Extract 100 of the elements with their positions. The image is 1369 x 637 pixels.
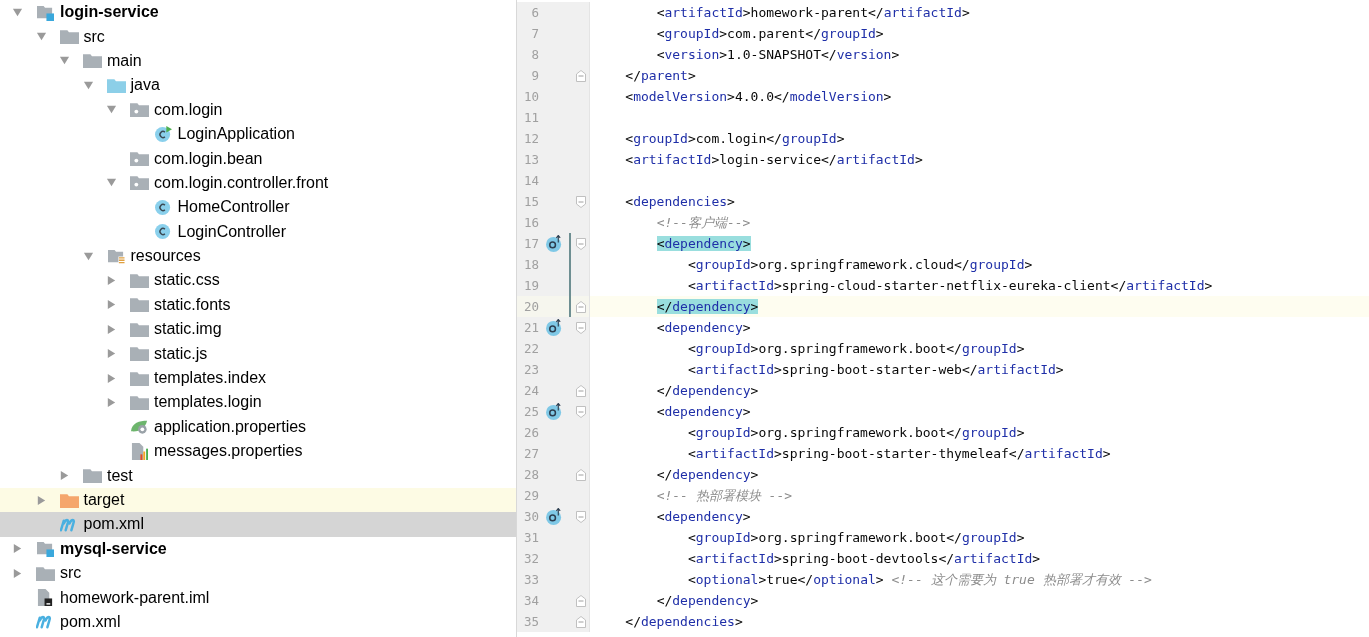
tree-item[interactable]: messages.properties: [0, 439, 516, 464]
tree-item[interactable]: src: [0, 561, 516, 586]
folder-icon: [83, 467, 102, 485]
collapsed-arrow-icon[interactable]: [12, 567, 23, 579]
fold-marker-icon[interactable]: [576, 195, 586, 208]
expanded-arrow-icon[interactable]: [82, 79, 94, 91]
tree-item[interactable]: LoginApplication: [0, 121, 516, 147]
fold-marker-icon[interactable]: [576, 384, 586, 397]
tree-item[interactable]: HomeController: [0, 195, 516, 220]
code-line: <groupId>com.parent</groupId>: [655, 26, 884, 41]
tree-item[interactable]: templates.login: [0, 390, 516, 415]
tree-item-label: pom.xml: [83, 515, 144, 534]
line-number: 10: [522, 89, 539, 104]
collapsed-arrow-icon[interactable]: [35, 494, 47, 506]
tree-item-label: static.css: [154, 271, 220, 290]
code-line: <artifactId>spring-cloud-starter-netflix-eureka-client</artifactId>: [686, 278, 1213, 293]
tree-item-label: resources: [130, 247, 201, 266]
tree-item[interactable]: test: [0, 463, 516, 488]
collapsed-arrow-icon[interactable]: [106, 396, 117, 408]
code-line: <modelVersion>4.0.0</modelVersion>: [624, 89, 892, 104]
line-number: 26: [522, 425, 539, 440]
fold-marker-icon[interactable]: [576, 300, 586, 313]
collapsed-arrow-icon[interactable]: [106, 348, 117, 360]
tree-item-label: templates.login: [154, 393, 262, 412]
gutter-marker-icon[interactable]: [545, 508, 563, 525]
fold-marker-icon[interactable]: [576, 615, 586, 628]
line-number: 6: [530, 5, 539, 20]
line-number: 24: [522, 383, 539, 398]
tree-item[interactable]: static.css: [0, 268, 516, 293]
collapsed-arrow-icon[interactable]: [106, 275, 117, 286]
line-number: 31: [522, 530, 539, 545]
tree-item-label: test: [107, 466, 133, 485]
collapsed-arrow-icon[interactable]: [106, 323, 117, 335]
code-line: <groupId>org.springframework.cloud</groupId>: [686, 257, 1033, 272]
line-number: 15: [522, 194, 539, 209]
gutter-marker-icon[interactable]: [545, 319, 563, 336]
line-number: 11: [522, 110, 539, 125]
tree-item[interactable]: com.login.controller.front: [0, 170, 516, 196]
tree-item-label: application.properties: [154, 417, 307, 436]
code-line: <groupId>com.login</groupId>: [624, 131, 845, 146]
folder-icon: [59, 28, 79, 46]
tree-item[interactable]: static.img: [0, 317, 516, 342]
package-folder-icon: [130, 174, 149, 192]
line-number: 18: [522, 257, 539, 272]
tree-item[interactable]: resources: [0, 243, 516, 269]
line-number: 13: [522, 152, 539, 167]
expanded-arrow-icon[interactable]: [106, 104, 117, 116]
line-number: 29: [522, 488, 539, 503]
gutter-marker-icon[interactable]: [545, 235, 563, 252]
tree-item[interactable]: homework-parent.iml: [0, 585, 516, 610]
fold-marker-icon[interactable]: [576, 321, 586, 334]
code-line: <optional>true</optional> <!-- 这个需要为 true 热部署才有效 -->: [686, 570, 1152, 589]
expanded-arrow-icon[interactable]: [106, 177, 117, 189]
fold-marker-icon[interactable]: [576, 237, 586, 250]
line-number: 14: [522, 173, 539, 188]
tree-item[interactable]: pom.xml: [0, 512, 516, 537]
expanded-arrow-icon[interactable]: [82, 250, 94, 262]
code-line: <artifactId>spring-boot-starter-thymeleaf</artifactId>: [686, 446, 1111, 461]
tree-item-label: java: [130, 76, 160, 95]
tree-item[interactable]: com.login: [0, 97, 516, 122]
expanded-arrow-icon[interactable]: [59, 55, 70, 67]
tree-item[interactable]: main: [0, 48, 516, 74]
collapsed-arrow-icon[interactable]: [106, 372, 117, 384]
collapsed-arrow-icon[interactable]: [59, 470, 70, 482]
tree-item[interactable]: LoginController: [0, 219, 516, 244]
tree-item[interactable]: application.properties: [0, 414, 516, 440]
collapsed-arrow-icon[interactable]: [12, 543, 23, 555]
tree-item[interactable]: static.fonts: [0, 292, 516, 318]
tree-item[interactable]: static.js: [0, 341, 516, 366]
expanded-arrow-icon[interactable]: [35, 31, 47, 43]
tree-item-label: static.img: [154, 320, 222, 339]
folder-icon: [83, 52, 102, 70]
folder-icon: [130, 320, 149, 338]
expanded-arrow-icon[interactable]: [12, 6, 23, 18]
tree-item[interactable]: pom.xml: [0, 609, 516, 635]
fold-marker-icon[interactable]: [576, 69, 586, 82]
tree-item[interactable]: templates.index: [0, 365, 516, 391]
tree-item-label: com.login: [154, 100, 223, 119]
fold-marker-icon[interactable]: [576, 510, 586, 523]
fold-marker-icon[interactable]: [576, 468, 586, 481]
collapsed-arrow-icon[interactable]: [106, 299, 117, 311]
tree-item[interactable]: com.login.bean: [0, 146, 516, 171]
line-number: 34: [522, 593, 539, 608]
module-folder-icon: [36, 3, 55, 21]
fold-marker-icon[interactable]: [576, 594, 586, 607]
tree-item[interactable]: login-service: [0, 0, 516, 25]
code-line: </dependencies>: [624, 614, 743, 629]
code-line: </dependency>: [655, 593, 759, 608]
fold-marker-icon[interactable]: [576, 405, 586, 418]
tree-item[interactable]: target: [0, 487, 516, 513]
folder-icon: [130, 296, 149, 314]
tree-item[interactable]: src: [0, 24, 516, 49]
gutter-marker-icon[interactable]: [545, 403, 563, 420]
tree-item[interactable]: java: [0, 73, 516, 98]
code-line: <dependency>: [655, 509, 751, 524]
tree-item[interactable]: mysql-service: [0, 536, 516, 561]
line-number: 32: [522, 551, 539, 566]
line-number: 23: [522, 362, 539, 377]
line-number: 25: [522, 404, 539, 419]
line-number: 27: [522, 446, 539, 461]
